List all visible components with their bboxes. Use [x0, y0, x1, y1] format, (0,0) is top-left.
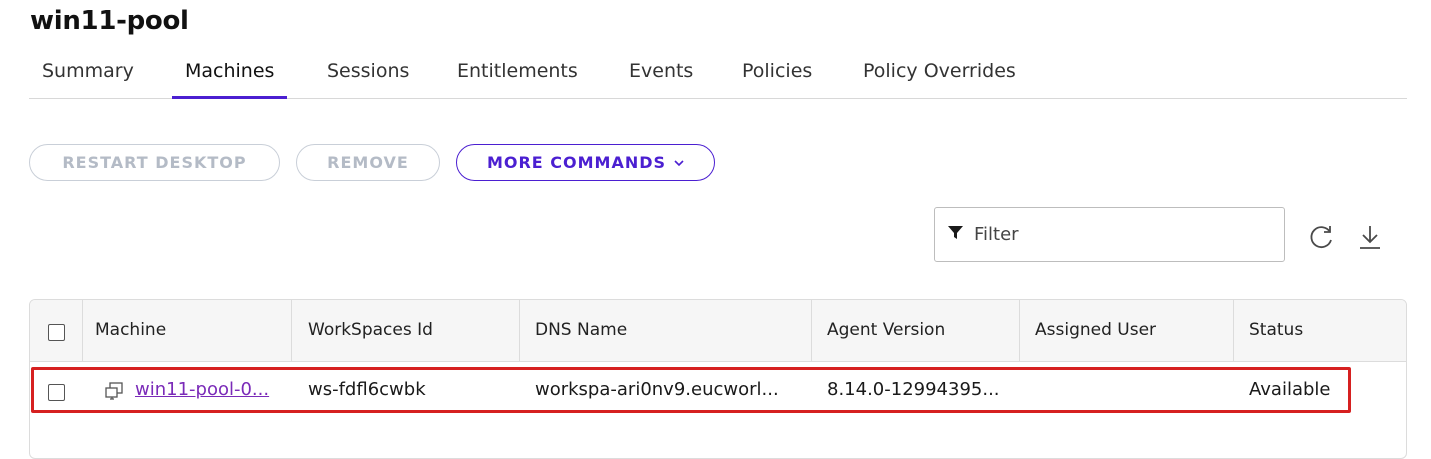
column-header-machine[interactable]: Machine	[95, 320, 166, 340]
column-header-workspaces-id[interactable]: WorkSpaces Id	[308, 320, 433, 340]
tab-machines[interactable]: Machines	[171, 60, 288, 99]
column-separator	[291, 300, 292, 361]
more-commands-label: MORE COMMANDS	[486, 153, 667, 172]
remove-button[interactable]: REMOVE	[296, 144, 440, 181]
row-checkbox[interactable]	[48, 384, 65, 401]
tab-entitlements[interactable]: Entitlements	[457, 60, 578, 98]
filter-input[interactable]	[972, 223, 1276, 246]
refresh-icon[interactable]	[1308, 223, 1336, 255]
column-separator	[519, 300, 520, 361]
column-separator	[82, 300, 83, 361]
tab-summary[interactable]: Summary	[42, 60, 134, 98]
desktop-icon	[104, 381, 124, 405]
page-title: win11-pool	[30, 6, 189, 36]
dns-name-cell: workspa-ari0nv9.eucworl...	[535, 379, 779, 400]
filter-box[interactable]	[934, 207, 1285, 262]
column-header-status[interactable]: Status	[1249, 320, 1303, 340]
tab-sessions[interactable]: Sessions	[327, 60, 409, 98]
column-separator	[1019, 300, 1020, 361]
column-separator	[811, 300, 812, 361]
more-commands-button[interactable]: MORE COMMANDS	[456, 144, 715, 181]
tab-bar: Summary Machines Sessions Entitlements E…	[29, 48, 1407, 99]
tab-policy-overrides[interactable]: Policy Overrides	[863, 60, 1016, 98]
table-header: Machine WorkSpaces Id DNS Name Agent Ver…	[30, 300, 1406, 362]
tab-policies[interactable]: Policies	[742, 60, 812, 98]
column-header-assigned-user[interactable]: Assigned User	[1035, 320, 1156, 340]
column-separator	[1233, 300, 1234, 361]
select-all-checkbox[interactable]	[48, 324, 65, 341]
status-cell: Available	[1249, 379, 1331, 400]
chevron-down-icon	[674, 156, 684, 170]
restart-desktop-label: RESTART DESKTOP	[62, 153, 247, 172]
tab-events[interactable]: Events	[629, 60, 693, 98]
column-header-agent-version[interactable]: Agent Version	[827, 320, 945, 340]
workspaces-id-cell: ws-fdfl6cwbk	[308, 379, 426, 400]
machines-table: Machine WorkSpaces Id DNS Name Agent Ver…	[29, 299, 1407, 459]
agent-version-cell: 8.14.0-12994395...	[827, 379, 1000, 400]
column-header-dns-name[interactable]: DNS Name	[535, 320, 627, 340]
machine-link[interactable]: win11-pool-0...	[135, 379, 269, 400]
filter-icon	[948, 225, 963, 244]
remove-label: REMOVE	[327, 153, 409, 172]
download-icon[interactable]	[1356, 223, 1384, 255]
restart-desktop-button[interactable]: RESTART DESKTOP	[29, 144, 280, 181]
